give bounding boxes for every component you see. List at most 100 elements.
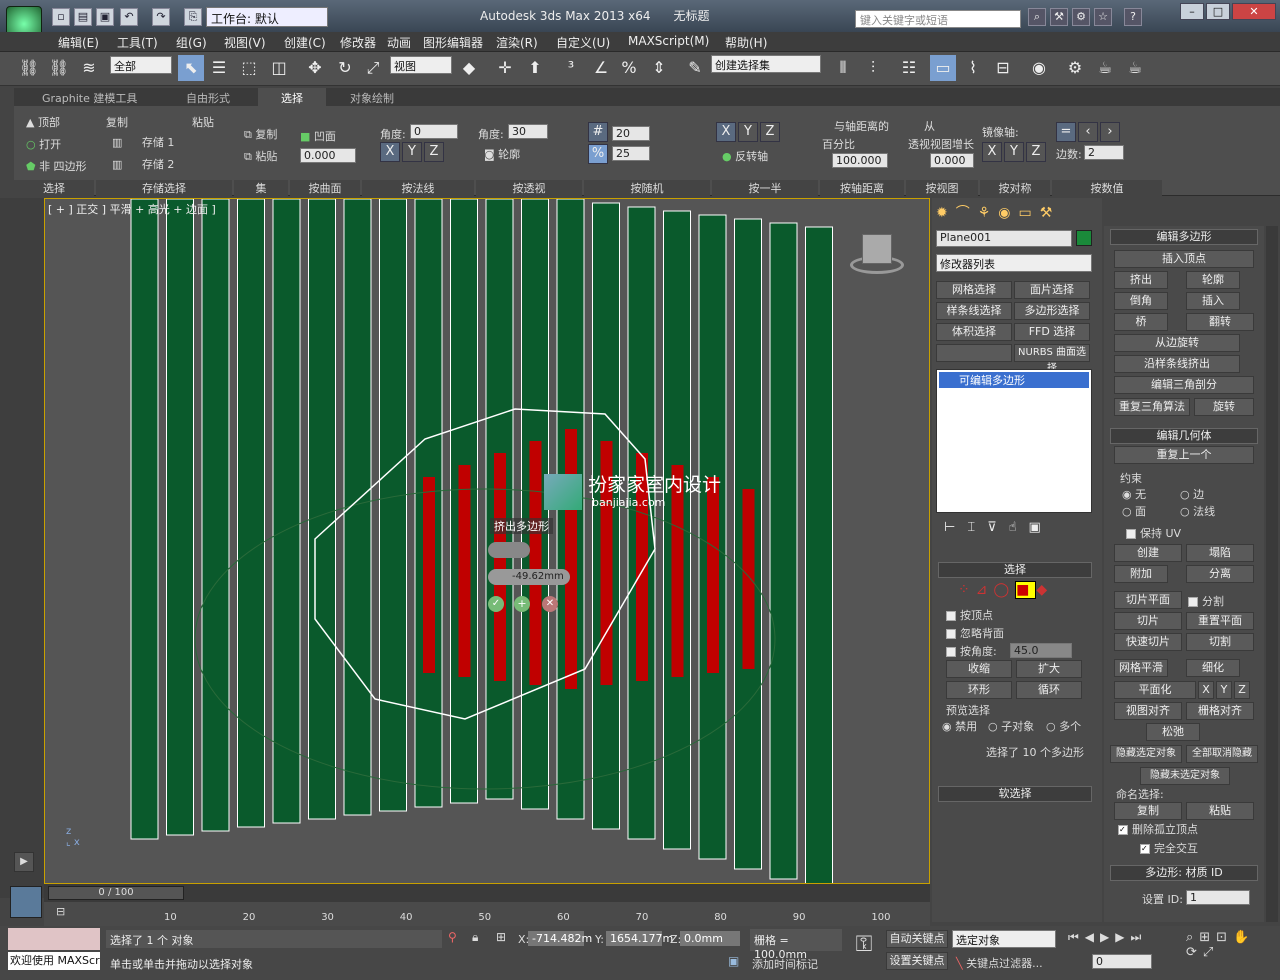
menu-animation[interactable]: 动画 (387, 34, 411, 51)
axis-z-button[interactable]: Z (424, 142, 444, 162)
soft-selection-header[interactable]: 软选择 (938, 786, 1092, 802)
hide-selected-button[interactable]: 隐藏选定对象 (1110, 745, 1182, 763)
stack-item[interactable]: 可编辑多边形 (939, 372, 1089, 388)
ref-coord-dropdown[interactable]: 视图 (390, 56, 452, 74)
caddy-value-spinner[interactable]: -49.62mm (488, 569, 570, 585)
tab-graphite[interactable]: Graphite 建模工具 (42, 90, 137, 106)
object-name-field[interactable]: Plane001 (936, 230, 1072, 247)
selected-object-dropdown[interactable]: 选定对象 (952, 930, 1056, 948)
cut-button[interactable]: 切割 (1186, 633, 1254, 651)
search-input[interactable]: 键入关键字或短语 (855, 10, 1021, 28)
flip-button[interactable]: 翻转 (1186, 313, 1254, 331)
bridge-button[interactable]: 桥 (1114, 313, 1168, 331)
slat[interactable] (769, 222, 798, 880)
inset-button[interactable]: 插入 (1186, 292, 1240, 310)
angle-snap-icon[interactable]: ∠ (588, 55, 614, 81)
curve-editor-icon[interactable]: ⌇ (960, 55, 986, 81)
binoculars-icon[interactable]: ⌕ (1028, 8, 1046, 26)
bind-space-warp-icon[interactable]: ≋ (76, 55, 102, 81)
stack-tools[interactable]: ⊢⌶⊽☝▣ (944, 520, 1084, 535)
by-angle-check[interactable]: 按角度: (946, 643, 997, 659)
mirror-icon[interactable]: ⫴ (830, 55, 856, 81)
grid-icon[interactable]: # (588, 122, 608, 142)
dist-spinner[interactable]: 100.000 (832, 153, 888, 168)
create-button[interactable]: 创建 (1114, 544, 1182, 562)
turn-button[interactable]: 旋转 (1194, 398, 1254, 416)
slat[interactable] (272, 199, 301, 824)
constraint-edge-radio[interactable]: ○ 边 (1180, 486, 1204, 502)
slat[interactable] (201, 199, 230, 832)
menu-rendering[interactable]: 渲染(R) (496, 34, 538, 51)
planarize-button[interactable]: 平面化 (1114, 681, 1196, 699)
selected-polygon[interactable] (458, 465, 471, 677)
keyboard-shortcut-icon[interactable]: ⬆ (522, 55, 548, 81)
align-icon[interactable]: ⫶ (860, 55, 886, 81)
tessellate-button[interactable]: 细化 (1186, 659, 1240, 677)
nurbs-select-button[interactable]: NURBS 曲面选择 (1014, 344, 1090, 374)
spinner-snap-icon[interactable]: ⇕ (646, 55, 672, 81)
angle-spinner[interactable]: 0 (410, 124, 458, 139)
schematic-view-icon[interactable]: ⊟ (990, 55, 1016, 81)
material-editor-icon[interactable]: ◉ (1026, 55, 1052, 81)
help-icon[interactable]: ? (1124, 8, 1142, 26)
track-bar[interactable]: 10 20 30 40 50 60 70 80 90 100 (44, 902, 930, 926)
planar-x-button[interactable]: X (1198, 681, 1214, 699)
menu-edit[interactable]: 编辑(E) (58, 34, 99, 51)
layer-manager-icon[interactable]: ☷ (896, 55, 922, 81)
ignore-back-check[interactable]: 忽略背面 (946, 625, 1004, 641)
axis-y-button[interactable]: Y (402, 142, 422, 162)
key-icon[interactable]: ⚿ (846, 932, 882, 968)
window-crossing-icon[interactable]: ◫ (266, 55, 292, 81)
persp-spinner[interactable]: 0.000 (930, 153, 974, 168)
undo-icon[interactable]: ↶ (120, 8, 138, 26)
tab-object-paint[interactable]: 对象绘制 (350, 90, 394, 106)
subscription-icon[interactable]: ⚙ (1072, 8, 1090, 26)
menu-graph-editors[interactable]: 图形编辑器 (423, 34, 483, 51)
matid-header[interactable]: 多边形: 材质 ID (1110, 865, 1258, 881)
set-key-button[interactable]: 设置关键点 (886, 952, 948, 970)
open-file-icon[interactable]: ▤ (74, 8, 92, 26)
edit-poly-header[interactable]: 编辑多边形 (1110, 229, 1258, 245)
unlink-icon[interactable]: ⛓ (46, 55, 72, 81)
pivot-center-icon[interactable]: ◆ (456, 55, 482, 81)
render-frame-icon[interactable]: ☕ (1092, 55, 1118, 81)
percent-snap-icon[interactable]: % (616, 55, 642, 81)
menu-create[interactable]: 创建(C) (284, 34, 326, 51)
selected-polygon[interactable] (565, 429, 577, 689)
percent-icon[interactable]: % (588, 144, 608, 164)
render-setup-icon[interactable]: ⚙ (1062, 55, 1088, 81)
current-frame-field[interactable]: 0 (1092, 954, 1152, 969)
save-file-icon[interactable]: ▣ (96, 8, 114, 26)
edit-geom-header[interactable]: 编辑几何体 (1110, 428, 1258, 444)
viewcube-icon[interactable] (848, 232, 906, 278)
cancel-icon[interactable]: ✕ (542, 596, 558, 612)
repeat-last-button[interactable]: 重复上一个 (1114, 446, 1254, 464)
maximize-button[interactable]: □ (1206, 3, 1230, 20)
scale-icon[interactable]: ⤢ (360, 55, 386, 81)
slice-button[interactable]: 切片 (1114, 612, 1182, 630)
non-quad-button[interactable]: ⬟ 非 四边形 (26, 158, 87, 174)
delete-isolated-check[interactable]: ✓ 删除孤立顶点 (1118, 821, 1198, 837)
angle-value-spinner[interactable]: 45.0 (1010, 643, 1072, 658)
slice-plane-button[interactable]: 切片平面 (1114, 591, 1182, 609)
store1-button[interactable]: ▥ 存储 1 (112, 134, 174, 150)
view-align-button[interactable]: 视图对齐 (1114, 702, 1182, 720)
new-file-icon[interactable]: ▫ (52, 8, 70, 26)
insert-vertex-button[interactable]: 插入顶点 (1114, 250, 1254, 268)
selected-polygon[interactable] (423, 477, 435, 673)
wrench-icon[interactable]: ⚒ (1050, 8, 1068, 26)
open-button[interactable]: ○ 打开 (26, 136, 61, 152)
viewport[interactable] (44, 198, 930, 884)
edit-tri-button[interactable]: 编辑三角剖分 (1114, 376, 1254, 394)
preserve-uv-check[interactable]: 保持 UV (1126, 525, 1181, 541)
planar-z-button[interactable]: Z (1234, 681, 1250, 699)
viewport-nav-controls[interactable]: ⌕⊞⊡✋⟳⤢ (1186, 930, 1276, 960)
percent-spinner[interactable]: 25 (612, 146, 650, 161)
menu-views[interactable]: 视图(V) (224, 34, 266, 51)
next-button[interactable]: › (1100, 122, 1120, 142)
object-color-swatch[interactable] (1076, 230, 1092, 246)
copy-set-button[interactable]: ⧉ 复制 (244, 126, 277, 142)
preview-off-radio[interactable]: ◉ 禁用 (942, 718, 977, 734)
half-y-button[interactable]: Y (738, 122, 758, 142)
menu-help[interactable]: 帮助(H) (725, 34, 767, 51)
